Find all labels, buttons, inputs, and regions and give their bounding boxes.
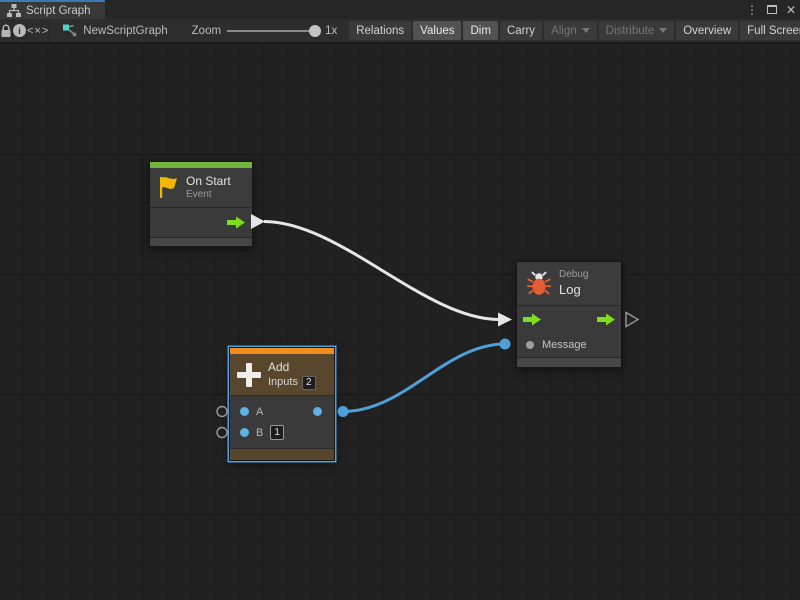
align-dropdown[interactable]: Align — [544, 21, 597, 40]
value-input-port-a[interactable] — [240, 407, 249, 416]
window-menu-icon[interactable]: ⋮ — [746, 4, 758, 16]
port-b-value-field[interactable]: 1 — [270, 425, 284, 440]
debug-log-node[interactable]: Debug Log Message — [516, 261, 622, 368]
add-input-b-port-marker[interactable] — [217, 428, 227, 438]
zoom-label: Zoom — [192, 25, 221, 37]
flow-wire-arrowhead-icon — [498, 313, 512, 327]
port-b-label: B — [256, 427, 263, 439]
relations-button[interactable]: Relations — [349, 21, 411, 40]
port-a-label: A — [256, 406, 263, 418]
node-title: Add — [268, 359, 316, 375]
tab-script-graph[interactable]: Script Graph — [0, 0, 105, 19]
overview-button[interactable]: Overview — [676, 21, 738, 40]
debug-message-port-marker[interactable] — [500, 339, 511, 350]
value-input-port-b[interactable] — [240, 428, 249, 437]
add-sum-port-marker[interactable] — [338, 406, 349, 417]
connection-layer — [0, 44, 800, 600]
lock-button[interactable] — [0, 19, 13, 42]
node-subtitle: Event — [186, 189, 231, 202]
graph-reference[interactable]: NewScriptGraph — [50, 23, 177, 38]
info-icon: i — [13, 24, 26, 37]
tab-label: Script Graph — [26, 5, 91, 17]
carry-button[interactable]: Carry — [500, 21, 542, 40]
zoom-value: 1x — [325, 25, 337, 37]
control-flow-wire[interactable] — [264, 222, 499, 320]
node-title: Log — [559, 282, 588, 298]
script-graph-window: Script Graph ⋮ ✕ i <×> — [0, 0, 800, 600]
value-wire[interactable] — [343, 344, 505, 412]
script-graph-asset-icon — [62, 23, 77, 38]
graph-toolbar: i <×> NewScriptGraph Zoom 1x — [0, 19, 800, 44]
zoom-slider-handle[interactable] — [309, 25, 321, 37]
node-title: On Start — [186, 174, 231, 189]
node-surtitle: Debug — [559, 269, 588, 282]
graph-canvas[interactable]: On Start Event — [0, 44, 800, 600]
flag-icon — [157, 175, 179, 199]
message-input-port[interactable] — [526, 341, 534, 349]
values-button[interactable]: Values — [413, 21, 461, 40]
flow-output-port[interactable] — [597, 313, 615, 326]
zoom-slider[interactable] — [227, 24, 319, 38]
code-view-icon: <×> — [27, 25, 49, 37]
debug-flow-output-port-marker[interactable] — [626, 313, 638, 327]
distribute-dropdown[interactable]: Distribute — [599, 21, 675, 40]
graph-name-label: NewScriptGraph — [83, 25, 167, 37]
zoom-slider-track — [227, 30, 319, 32]
add-node[interactable]: Add Inputs 2 A B 1 — [229, 347, 335, 461]
lock-icon — [0, 24, 12, 38]
graph-hierarchy-icon — [7, 4, 21, 17]
on-start-node[interactable]: On Start Event — [149, 161, 253, 247]
trigger-output-port[interactable] — [227, 216, 245, 229]
on-start-trigger-port-marker[interactable] — [251, 214, 265, 229]
inputs-count-field[interactable]: 2 — [302, 376, 316, 390]
bug-icon — [526, 271, 552, 297]
window-maximize-icon[interactable] — [767, 5, 777, 14]
message-port-label: Message — [542, 339, 587, 351]
inputs-label: Inputs — [268, 375, 298, 390]
window-close-icon[interactable]: ✕ — [786, 4, 796, 16]
dim-button[interactable]: Dim — [463, 21, 497, 40]
sum-output-port[interactable] — [313, 407, 322, 416]
chevron-down-icon — [582, 28, 590, 33]
flow-input-port[interactable] — [523, 313, 541, 326]
full-screen-button[interactable]: Full Screen — [740, 21, 800, 40]
add-input-a-port-marker[interactable] — [217, 407, 227, 417]
tab-bar: Script Graph ⋮ ✕ — [0, 0, 800, 19]
info-button[interactable]: i — [13, 19, 27, 42]
plus-icon — [235, 361, 263, 389]
code-view-button[interactable]: <×> — [27, 19, 50, 42]
chevron-down-icon — [659, 28, 667, 33]
